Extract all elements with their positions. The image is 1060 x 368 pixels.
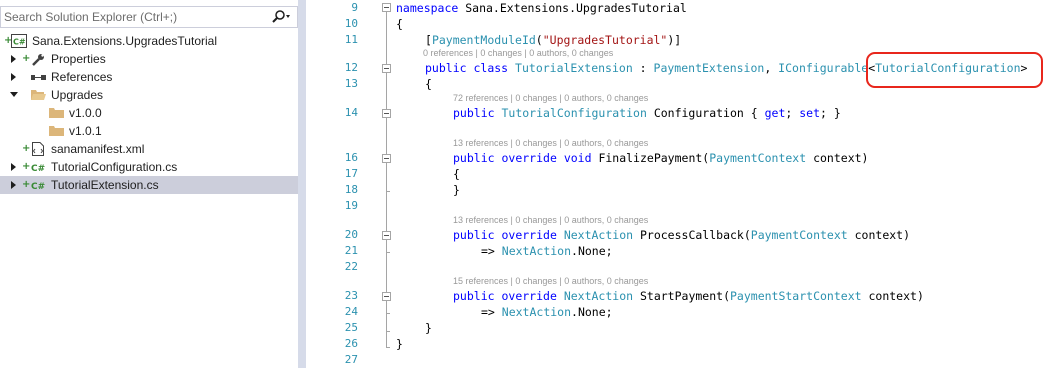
chevron-right-icon[interactable] bbox=[11, 55, 16, 63]
code-line: => NextAction.None; bbox=[481, 244, 613, 258]
pending-add-icon: + bbox=[22, 143, 31, 154]
tree-item-label: v1.0.1 bbox=[69, 124, 102, 138]
outline-guide-end bbox=[386, 191, 390, 192]
folder-icon bbox=[49, 126, 64, 136]
folder-icon bbox=[49, 108, 64, 118]
csharp-file-icon: C# bbox=[31, 164, 45, 173]
code-editor[interactable]: 9 10 11 12 13 14 16 17 18 19 20 21 22 23… bbox=[306, 0, 1060, 368]
csharp-file-icon: C# bbox=[31, 182, 45, 191]
references-icon bbox=[31, 75, 46, 80]
code-line: [PaymentModuleId("UpgradesTutorial")] bbox=[425, 33, 682, 47]
line-number: 27 bbox=[344, 353, 358, 366]
code-line: => NextAction.None; bbox=[481, 305, 613, 319]
chevron-right-icon[interactable] bbox=[11, 73, 16, 81]
tree-item-tutorial-extension[interactable]: + C# TutorialExtension.cs bbox=[0, 176, 298, 194]
collapse-method-icon[interactable] bbox=[382, 231, 391, 240]
line-number: 11 bbox=[344, 33, 358, 46]
tree-item-label: TutorialExtension.cs bbox=[51, 178, 159, 192]
code-line: public override NextAction ProcessCallba… bbox=[453, 228, 911, 242]
tree-item-label: Upgrades bbox=[51, 88, 104, 102]
pane-splitter[interactable] bbox=[298, 0, 306, 368]
collapse-property-icon[interactable] bbox=[382, 109, 391, 118]
svg-text:C#: C# bbox=[31, 164, 45, 173]
codelens-info[interactable]: 72 references | 0 changes | 0 authors, 0… bbox=[453, 93, 648, 104]
tree-item-tutorial-configuration[interactable]: + C# TutorialConfiguration.cs bbox=[0, 158, 298, 176]
chevron-down-icon[interactable] bbox=[10, 92, 18, 97]
tree-item-upgrades[interactable]: Upgrades bbox=[0, 86, 298, 104]
tree-item-properties[interactable]: + Properties bbox=[0, 50, 298, 68]
code-line: } bbox=[453, 183, 460, 197]
code-line: { bbox=[425, 77, 432, 91]
line-number: 26 bbox=[344, 337, 358, 350]
code-line: public override NextAction StartPayment(… bbox=[453, 289, 924, 303]
chevron-right-icon[interactable] bbox=[11, 181, 16, 189]
tree-item-label: References bbox=[51, 70, 113, 84]
collapse-method-icon[interactable] bbox=[382, 292, 391, 301]
line-number: 10 bbox=[344, 17, 358, 30]
line-number: 24 bbox=[344, 305, 358, 318]
wrench-icon bbox=[32, 54, 44, 66]
svg-text:C#: C# bbox=[31, 182, 45, 191]
tree-item-label: sanamanifest.xml bbox=[51, 142, 145, 156]
code-line: { bbox=[396, 17, 403, 31]
tree-item-label: Properties bbox=[51, 52, 106, 66]
pending-add-icon: + bbox=[22, 179, 31, 190]
code-line: namespace Sana.Extensions.UpgradesTutori… bbox=[396, 1, 687, 15]
line-number: 14 bbox=[344, 106, 358, 119]
codelens-info[interactable]: 13 references | 0 changes | 0 authors, 0… bbox=[453, 215, 648, 226]
chevron-right-icon[interactable] bbox=[11, 163, 16, 171]
outline-guide-end bbox=[386, 252, 390, 253]
highlight-callout bbox=[866, 52, 1043, 88]
pending-add-icon: + bbox=[22, 53, 31, 64]
collapse-namespace-icon[interactable] bbox=[382, 3, 391, 12]
line-number: 12 bbox=[344, 61, 358, 74]
folder-open-icon bbox=[31, 90, 46, 100]
line-number: 19 bbox=[344, 199, 358, 212]
tree-item-references[interactable]: References bbox=[0, 68, 298, 86]
tree-item-label: Sana.Extensions.UpgradesTutorial bbox=[32, 34, 217, 48]
outline-guide-end bbox=[386, 313, 390, 314]
code-line: { bbox=[453, 167, 460, 181]
pending-add-icon: + bbox=[22, 161, 31, 172]
tree-item-v1-0-0[interactable]: v1.0.0 bbox=[0, 104, 298, 122]
tree-item-v1-0-1[interactable]: v1.0.1 bbox=[0, 122, 298, 140]
codelens-info[interactable]: 13 references | 0 changes | 0 authors, 0… bbox=[453, 138, 648, 149]
line-number: 20 bbox=[344, 228, 358, 241]
csharp-project-icon: C# bbox=[11, 34, 27, 48]
line-number: 16 bbox=[344, 151, 358, 164]
tree-item-sanamanifest[interactable]: + sanamanifest.xml bbox=[0, 140, 298, 158]
line-number: 17 bbox=[344, 167, 358, 180]
xml-file-icon bbox=[32, 142, 44, 156]
code-line: } bbox=[425, 321, 432, 335]
search-input[interactable] bbox=[4, 9, 259, 25]
codelens-info[interactable]: 0 references | 0 changes | 0 authors, 0 … bbox=[423, 48, 613, 59]
line-number: 22 bbox=[344, 260, 358, 273]
codelens-info[interactable]: 15 references | 0 changes | 0 authors, 0… bbox=[453, 276, 648, 287]
line-number: 13 bbox=[344, 77, 358, 90]
line-number: 18 bbox=[344, 183, 358, 196]
code-line: public TutorialConfiguration Configurati… bbox=[453, 106, 841, 120]
tree-item-project[interactable]: + C# Sana.Extensions.UpgradesTutorial bbox=[0, 32, 298, 50]
outline-guide-end bbox=[386, 347, 390, 348]
line-number: 23 bbox=[344, 289, 358, 302]
svg-text:C#: C# bbox=[13, 38, 26, 47]
collapse-class-icon[interactable] bbox=[382, 64, 391, 73]
tree-item-label: v1.0.0 bbox=[69, 106, 102, 120]
search-icon[interactable] bbox=[271, 9, 291, 25]
outline-guide-end bbox=[386, 331, 390, 332]
code-line: } bbox=[396, 337, 403, 351]
code-line: public override void FinalizePayment(Pay… bbox=[453, 151, 869, 165]
line-number: 9 bbox=[351, 1, 358, 14]
collapse-method-icon[interactable] bbox=[382, 154, 391, 163]
line-number: 21 bbox=[344, 244, 358, 257]
solution-explorer: + C# Sana.Extensions.UpgradesTutorial + … bbox=[0, 0, 298, 368]
tree-item-label: TutorialConfiguration.cs bbox=[51, 160, 178, 174]
line-number: 25 bbox=[344, 321, 358, 334]
search-box[interactable] bbox=[0, 6, 298, 28]
